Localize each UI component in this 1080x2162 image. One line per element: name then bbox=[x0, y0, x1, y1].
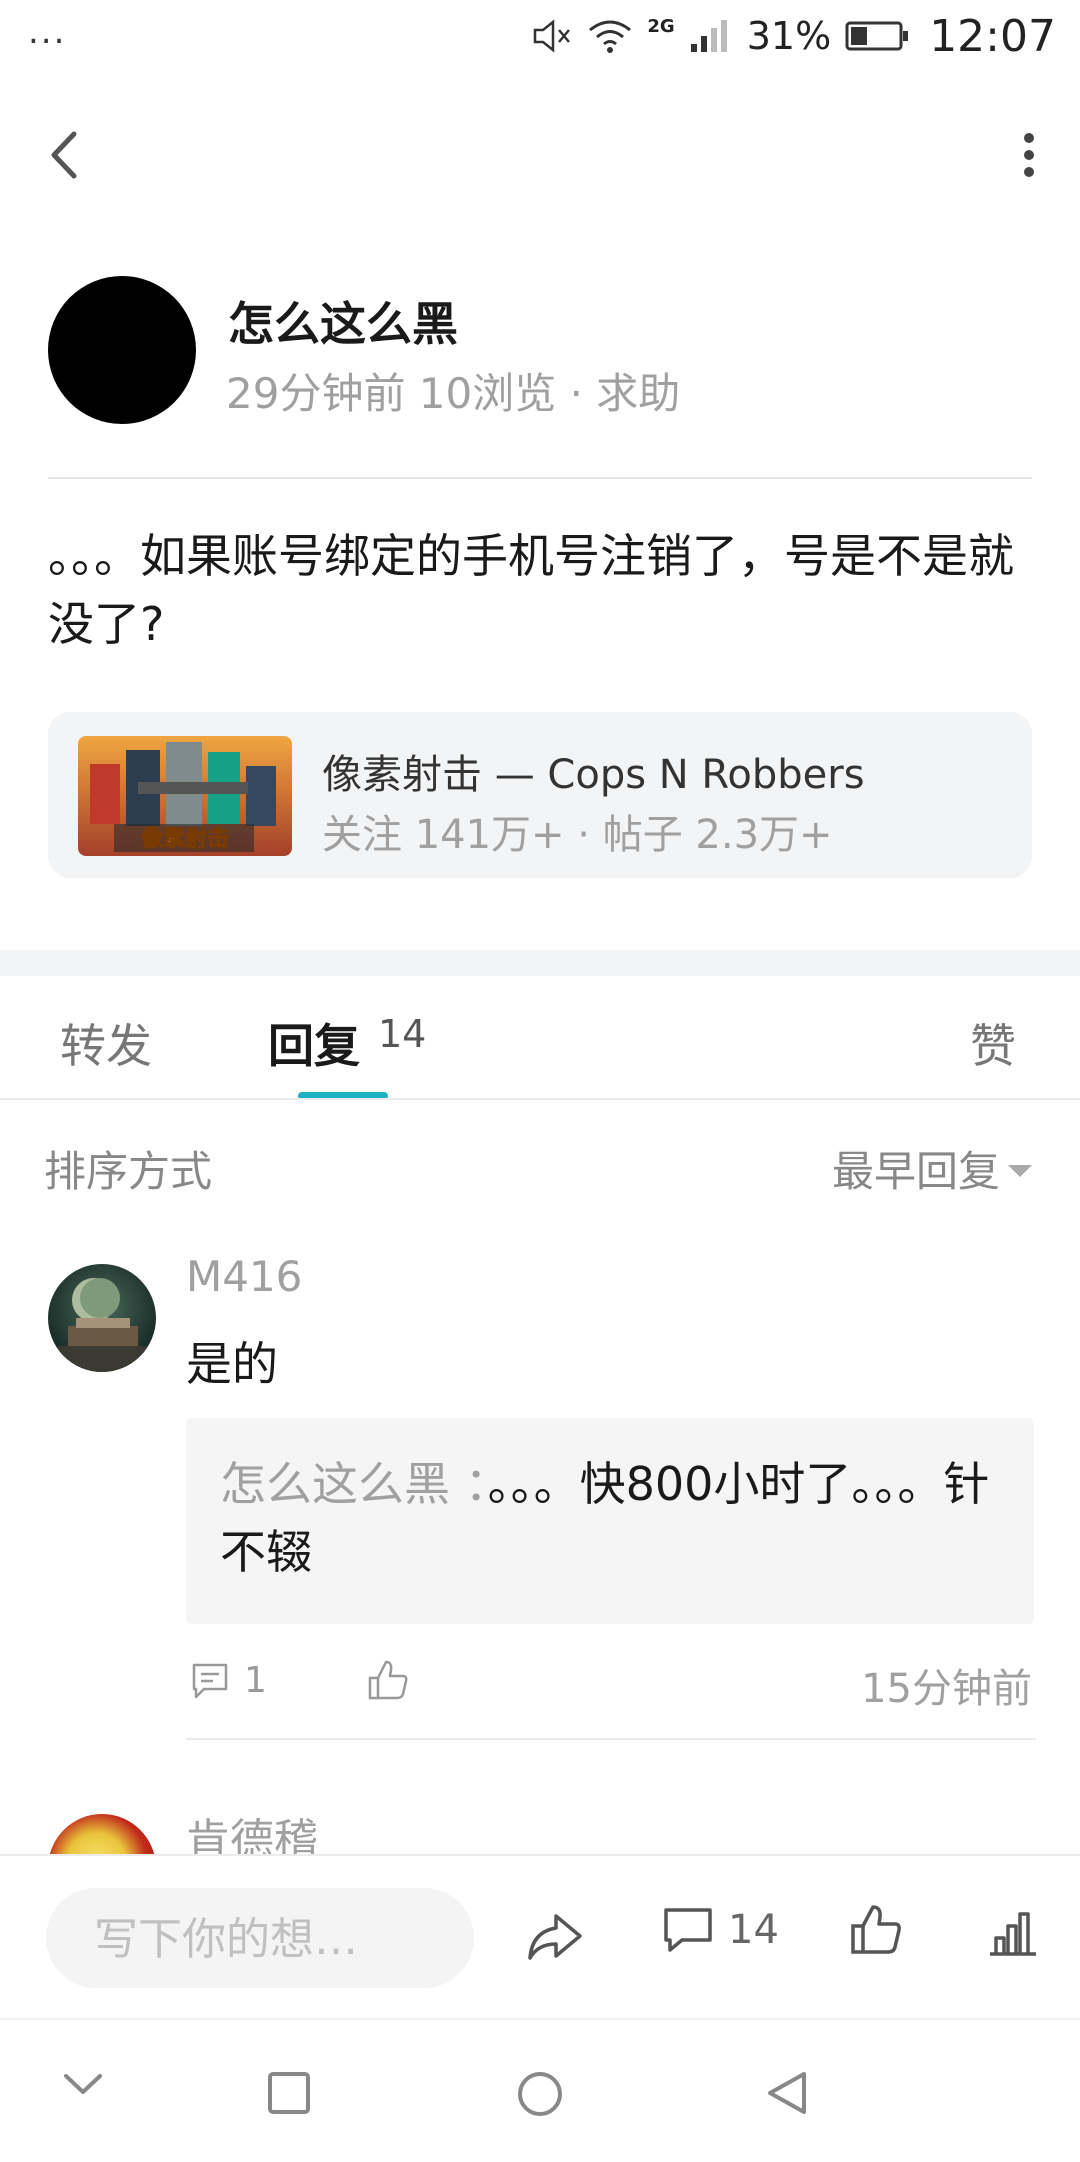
reply-time: 15分钟前 bbox=[861, 1666, 1032, 1712]
stats-button[interactable] bbox=[986, 1908, 1040, 1962]
thumbs-up-icon bbox=[851, 1905, 901, 1954]
author-avatar[interactable] bbox=[48, 276, 196, 424]
status-bar: ... 2G 31% 12:07 bbox=[0, 0, 1080, 72]
clock: 12:07 bbox=[929, 10, 1056, 62]
sort-selected: 最早回复 bbox=[831, 1147, 1000, 1196]
more-options-button[interactable] bbox=[1014, 130, 1044, 180]
share-icon bbox=[528, 1914, 582, 1960]
battery-icon bbox=[845, 21, 909, 51]
comment-count: 1 bbox=[244, 1660, 267, 1701]
game-card[interactable]: 像素射击 像素射击 — Cops N Robbers 关注 141万+ · 帖子… bbox=[48, 712, 1032, 878]
nav-home-button[interactable] bbox=[516, 2070, 564, 2122]
thumbs-up-icon bbox=[368, 1660, 408, 1700]
compose-box[interactable] bbox=[46, 1888, 474, 1988]
game-title: 像素射击 — Cops N Robbers bbox=[322, 752, 865, 798]
network-type: 2G bbox=[647, 16, 675, 37]
tab-reply-count: 14 bbox=[378, 1012, 427, 1056]
reply-item-partial[interactable]: 肯德稽 bbox=[0, 1780, 1080, 1854]
nav-recents-button[interactable] bbox=[266, 2070, 312, 2120]
back-button[interactable] bbox=[36, 120, 96, 190]
status-icons: 2G 31% 12:07 bbox=[531, 8, 1056, 64]
quoted-reply[interactable]: 怎么这么黑 ：。。。快800小时了。。。针不辍 bbox=[186, 1418, 1034, 1624]
square-icon bbox=[268, 2072, 310, 2114]
tab-like[interactable]: 赞 bbox=[970, 1010, 1016, 1076]
circle-icon bbox=[518, 2072, 562, 2116]
triangle-back-icon bbox=[768, 2072, 806, 2114]
compose-input[interactable] bbox=[92, 1910, 436, 1968]
reply-actions: 1 15分钟前 bbox=[186, 1654, 1034, 1714]
game-stats: 关注 141万+ · 帖子 2.3万+ bbox=[322, 812, 833, 858]
post-meta: 29分钟前 10浏览 · 求助 bbox=[226, 369, 681, 418]
reply-count: 14 bbox=[728, 1907, 779, 1953]
reply-avatar[interactable] bbox=[48, 1264, 156, 1372]
reply-text: 是的 bbox=[186, 1337, 278, 1391]
system-navigation-bar bbox=[0, 2018, 1080, 2162]
tabs-border bbox=[0, 1098, 1080, 1100]
battery-percent: 31% bbox=[746, 14, 832, 58]
more-vertical-icon bbox=[1024, 133, 1034, 177]
nav-collapse-button[interactable] bbox=[60, 2064, 106, 2108]
sort-dropdown[interactable]: 最早回复 bbox=[832, 1138, 1032, 1199]
quoted-author: 怎么这么黑 ： bbox=[220, 1457, 488, 1511]
reply-button[interactable]: 14 bbox=[662, 1904, 779, 1956]
reply-author-name[interactable]: M416 bbox=[186, 1252, 302, 1301]
reply-like-button[interactable] bbox=[366, 1658, 410, 1706]
tab-forward[interactable]: 转发 bbox=[60, 1010, 152, 1076]
game-thumbnail: 像素射击 bbox=[78, 736, 292, 856]
back-chevron-icon bbox=[51, 131, 77, 179]
wifi-icon bbox=[589, 20, 632, 53]
like-button[interactable] bbox=[848, 1902, 904, 1962]
notification-dots: ... bbox=[28, 12, 67, 52]
nav-back-button[interactable] bbox=[764, 2068, 810, 2122]
mute-icon bbox=[534, 19, 571, 53]
post-body: 。。。如果账号绑定的手机号注销了，号是不是就没了? bbox=[48, 529, 1014, 651]
reply-avatar[interactable] bbox=[48, 1814, 156, 1854]
signal-icon bbox=[690, 20, 727, 52]
bar-chart-icon bbox=[990, 1912, 1036, 1956]
reply-author-name[interactable]: 肯德稽 bbox=[186, 1804, 318, 1854]
quoted-text-block: 怎么这么黑 ：。。。快800小时了。。。针不辍 bbox=[220, 1450, 1000, 1586]
comment-icon bbox=[192, 1663, 228, 1698]
section-separator bbox=[0, 950, 1080, 976]
bottom-action-bar: 14 bbox=[0, 1854, 1080, 2020]
chevron-down-icon bbox=[64, 2074, 102, 2094]
divider bbox=[48, 477, 1032, 479]
divider bbox=[186, 1738, 1036, 1740]
reply-comment-button[interactable]: 1 bbox=[190, 1660, 267, 1701]
chevron-down-icon bbox=[1008, 1164, 1032, 1177]
sort-label: 排序方式 bbox=[44, 1147, 213, 1196]
game-thumbnail-text: 像素射击 bbox=[141, 826, 229, 852]
tab-reply[interactable]: 回复 bbox=[268, 1010, 360, 1076]
comment-icon bbox=[664, 1908, 712, 1952]
author-name[interactable]: 怎么这么黑 bbox=[228, 288, 458, 354]
share-button[interactable] bbox=[526, 1910, 584, 1968]
